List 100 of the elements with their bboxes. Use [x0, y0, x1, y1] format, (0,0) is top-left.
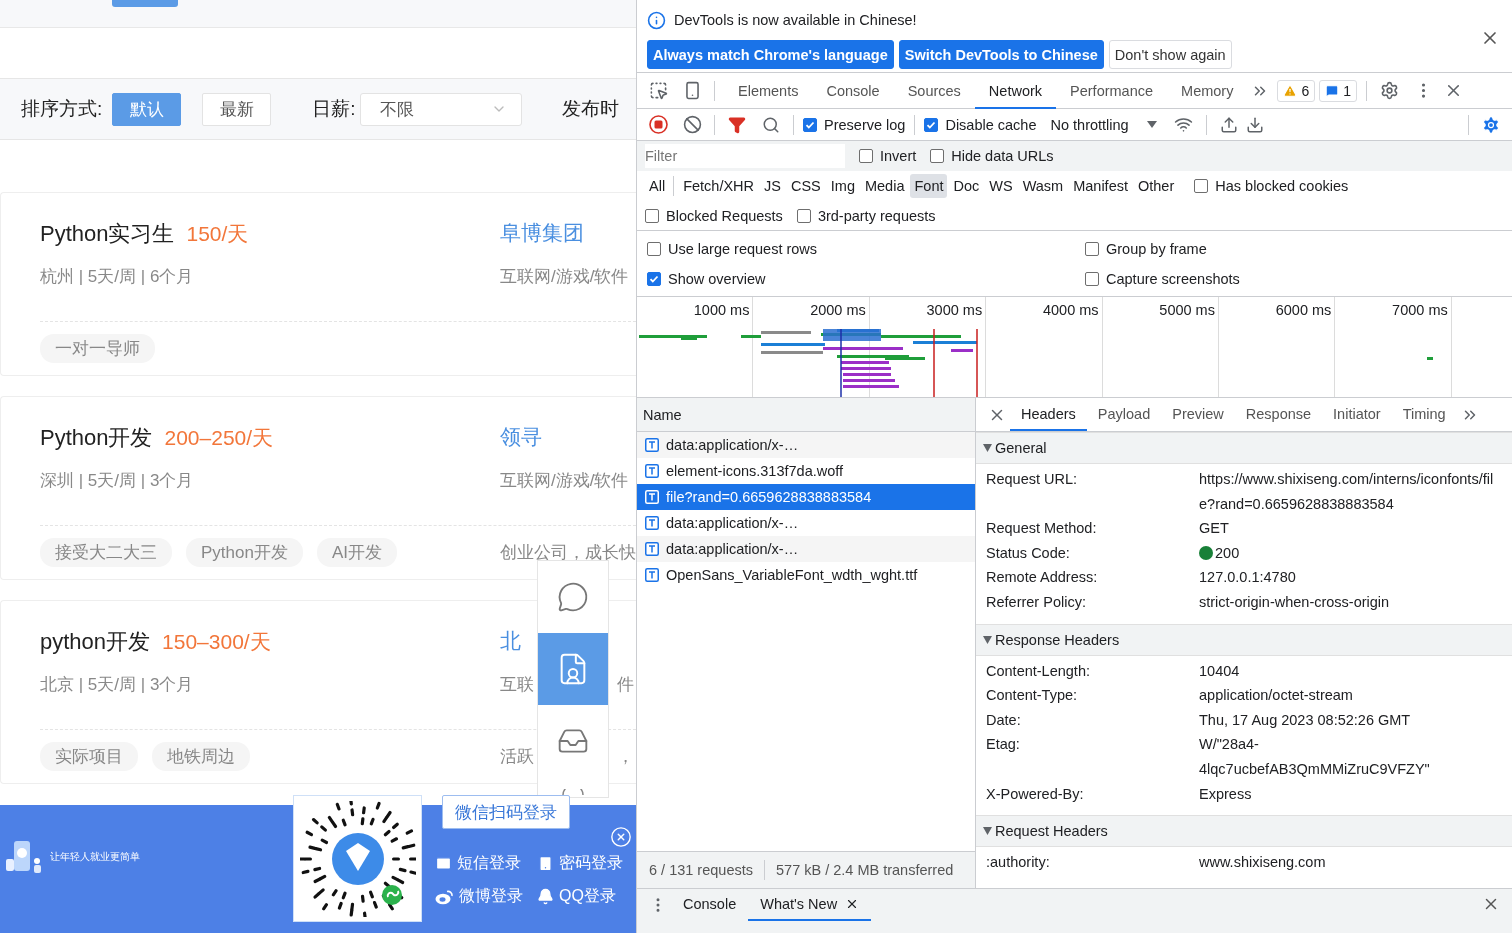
filter-field[interactable]: Filter [645, 144, 845, 168]
section-header[interactable]: General [976, 432, 1512, 464]
type-filter[interactable]: Media [860, 174, 909, 198]
message-badge[interactable]: 1 [1319, 79, 1358, 102]
checkbox[interactable]: Capture screenshots [1085, 270, 1502, 287]
panel-tab[interactable]: Memory [1167, 74, 1248, 109]
detail-tab[interactable]: Payload [1086, 398, 1162, 431]
warning-badge[interactable]: 6 [1277, 79, 1316, 102]
job-tag: AI开发 [316, 538, 397, 567]
section-header[interactable]: Response Headers [976, 623, 1512, 656]
checkmark-icon [805, 119, 815, 130]
login-link[interactable]: 短信登录 [435, 853, 537, 874]
column-header[interactable]: Name [643, 406, 682, 423]
panel-tab[interactable]: Sources [893, 74, 975, 109]
checkbox[interactable]: Has blocked cookies [1194, 178, 1349, 194]
infobar-button[interactable]: Switch DevTools to Chinese [898, 40, 1104, 69]
checkbox[interactable]: Preserve log [803, 116, 906, 133]
panel-tab[interactable]: Network [974, 74, 1057, 109]
login-link[interactable]: 微博登录 [435, 886, 537, 907]
clear-icon[interactable] [682, 115, 702, 134]
checkbox[interactable]: Invert [859, 148, 917, 164]
salary-select[interactable]: 不限 [359, 92, 522, 126]
job-meta: 深圳 | 5天/周 | 3个月 [40, 470, 195, 492]
import-icon[interactable] [1219, 115, 1238, 134]
checkbox[interactable]: 3rd-party requests [796, 207, 936, 224]
settings-icon[interactable] [1379, 81, 1399, 100]
infobar-button[interactable]: Don't show again [1108, 40, 1232, 69]
checkbox[interactable]: Group by frame [1085, 240, 1502, 257]
request-row[interactable]: data:application/x-… [637, 432, 975, 458]
type-filter[interactable]: Wasm [1018, 174, 1068, 198]
header-value: Express [1199, 784, 1252, 804]
mail-icon [435, 855, 452, 872]
detail-tab[interactable]: Initiator [1322, 398, 1392, 431]
company-perks: ， [617, 746, 634, 768]
checkbox[interactable]: Disable cache [924, 116, 1037, 133]
detail-tab[interactable]: Preview [1161, 398, 1235, 431]
job-tag: 地铁周边 [152, 742, 250, 771]
record-stop-icon[interactable] [648, 115, 668, 134]
network-conditions-icon[interactable] [1174, 115, 1194, 134]
header-name: Request Method: [986, 519, 1098, 539]
infobar-button[interactable]: Always match Chrome's language [647, 40, 894, 69]
time-tick: 1000 ms [693, 302, 750, 320]
section-header[interactable]: Request Headers [976, 815, 1512, 848]
type-filter[interactable]: JS [760, 174, 785, 198]
type-filter[interactable]: All [645, 174, 670, 198]
type-filter[interactable]: Font [910, 174, 948, 198]
detail-tab[interactable]: Response [1234, 398, 1323, 431]
drawer-tab[interactable]: Console [671, 889, 749, 921]
type-filter[interactable]: Fetch/XHR [679, 174, 759, 198]
detail-tab[interactable]: Timing [1391, 398, 1457, 431]
login-link[interactable]: 密码登录 [537, 853, 623, 874]
request-count: 6 / 131 requests [649, 862, 753, 878]
header-name: Status Code: [986, 543, 1071, 563]
chat-icon[interactable] [557, 581, 589, 613]
job-tag: Python开发 [186, 538, 303, 567]
header-name: Request URL: [986, 470, 1079, 489]
header-value: 127.0.0.1:4780 [1199, 568, 1296, 588]
job-card[interactable]: Python实习生 150/天 杭州 | 5天/周 | 6个月 阜博集团 互联网/游戏/软件 一对一导师 [0, 192, 636, 376]
panel-tab[interactable]: Performance [1056, 74, 1168, 109]
search-icon[interactable] [762, 115, 780, 134]
job-title: Python开发 [40, 424, 153, 452]
checkbox[interactable]: Use large request rows [647, 240, 1085, 257]
export-icon[interactable] [1245, 115, 1264, 134]
request-row[interactable]: file?rand=0.6659628838883584 [637, 484, 975, 510]
panel-tab[interactable]: Console [812, 74, 894, 109]
time-tick: 5000 ms [1159, 302, 1215, 320]
industry: 件 [617, 674, 634, 696]
header-name: Etag: [986, 735, 1021, 755]
tab-indicator [112, 0, 178, 7]
type-filter[interactable]: CSS [786, 174, 825, 198]
type-filter[interactable]: Doc [949, 174, 984, 198]
checkbox[interactable]: Show overview [647, 270, 1085, 287]
header-value: 200 [1215, 543, 1240, 563]
throttling-select[interactable]: No throttling [1050, 116, 1129, 133]
login-link[interactable]: QQ登录 [537, 886, 623, 907]
date-label: 发布时 [561, 97, 619, 121]
inspect-icon[interactable] [648, 81, 668, 100]
header-value: application/octet-stream [1199, 686, 1353, 706]
message-icon [1325, 83, 1340, 98]
type-filter[interactable]: Other [1134, 174, 1179, 198]
font-file-icon [645, 568, 659, 582]
type-filter[interactable]: Img [826, 174, 859, 198]
checkbox[interactable]: Blocked Requests [645, 207, 783, 224]
job-card[interactable]: Python开发 200–250/天 深圳 | 5天/周 | 3个月 领寻 互联网/游戏/软件 接受大二大三 Python开发 AI开发 创业公司，成长快 [0, 396, 636, 580]
type-filter[interactable]: WS [985, 174, 1017, 198]
dropdown-triangle-icon[interactable] [1146, 121, 1157, 128]
checkmark-icon [926, 119, 937, 130]
filter-icon[interactable] [728, 115, 746, 134]
type-filter[interactable]: Manifest [1069, 174, 1132, 198]
sidebar-item[interactable] [538, 633, 608, 705]
info-message: DevTools is now available in Chinese! [674, 12, 917, 28]
weibo-icon [435, 888, 454, 905]
request-row[interactable]: data:application/x-… [637, 536, 975, 562]
panel-tab[interactable]: Elements [724, 74, 813, 109]
settings-icon[interactable] [1481, 114, 1501, 135]
checkbox[interactable]: Hide data URLs [930, 148, 1054, 164]
sort-option[interactable]: 最新 [202, 92, 272, 126]
drawer-tab[interactable]: What's New [748, 889, 872, 921]
company-perks: 活跃 [500, 746, 534, 768]
transfer-size: 577 kB / 2.4 MB transferred [776, 862, 954, 878]
